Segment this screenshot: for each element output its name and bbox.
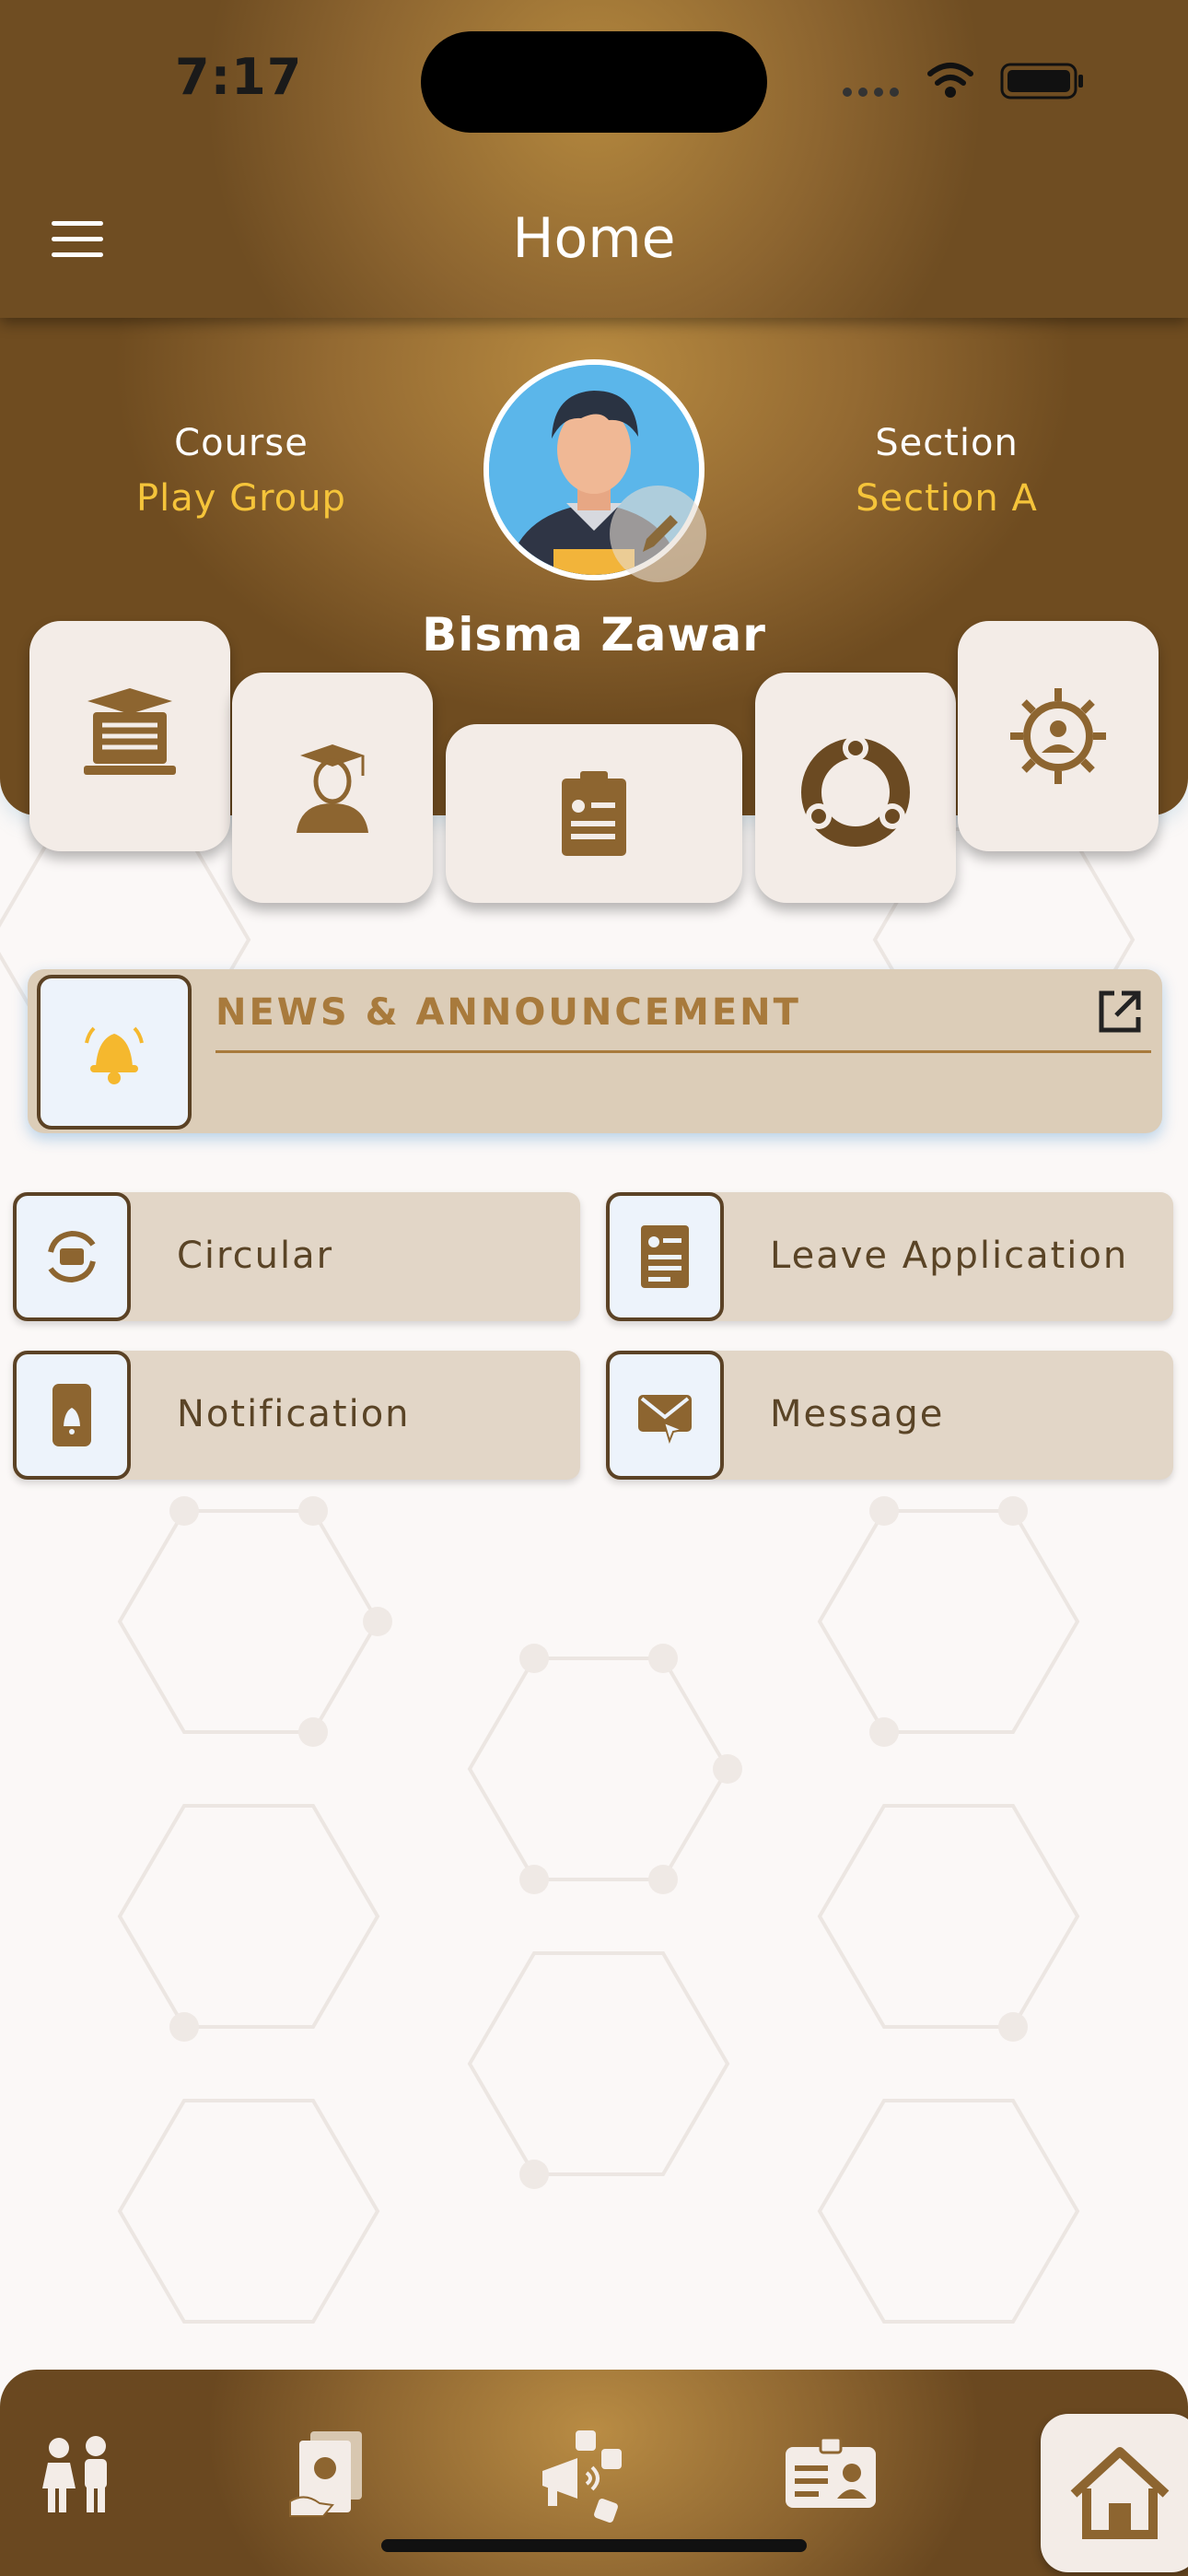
notification-label: Notification <box>177 1393 411 1435</box>
section-label: Section <box>875 422 1019 464</box>
report-card-icon <box>562 771 626 856</box>
circular-card[interactable]: Circular <box>13 1192 580 1321</box>
quick-tile-settings[interactable] <box>958 621 1159 851</box>
wifi-icon <box>927 63 973 86</box>
wifi-dot-icon <box>945 87 956 98</box>
quick-tile-report-card[interactable] <box>446 724 742 903</box>
news-icon-box <box>37 975 192 1130</box>
social-megaphone-icon <box>542 2430 622 2523</box>
circular-label: Circular <box>177 1235 334 1277</box>
family-icon <box>42 2436 107 2512</box>
nav-fee-documents[interactable] <box>273 2405 383 2543</box>
edit-avatar-button[interactable] <box>610 486 706 582</box>
nav-id-card[interactable] <box>775 2405 886 2543</box>
quick-tile-classroom[interactable] <box>29 621 230 851</box>
status-icons <box>843 63 1083 100</box>
notification-card[interactable]: Notification <box>13 1351 580 1480</box>
news-divider <box>215 1050 1151 1053</box>
id-card-icon <box>786 2436 876 2508</box>
settings-gear-icon <box>1010 688 1106 784</box>
fee-documents-icon <box>289 2431 362 2517</box>
message-card[interactable]: Message <box>606 1351 1173 1480</box>
pencil-icon <box>643 515 678 552</box>
nav-home[interactable] <box>1041 2414 1188 2572</box>
quick-tile-community[interactable] <box>755 673 956 903</box>
quick-tile-graduate[interactable] <box>232 673 433 903</box>
dynamic-island <box>421 31 767 133</box>
section-info: Section Section A <box>763 422 1131 520</box>
bell-icon <box>85 1026 144 1084</box>
notification-icon-box <box>13 1351 131 1480</box>
nav-social[interactable] <box>525 2405 635 2543</box>
notification-phone-icon <box>52 1384 91 1446</box>
leave-application-icon <box>641 1225 689 1288</box>
battery-icon <box>1000 63 1083 100</box>
classroom-board-icon <box>84 688 176 775</box>
news-title: NEWS & ANNOUNCEMENT <box>215 991 801 1034</box>
status-time: 7:17 <box>175 48 303 106</box>
leave-application-label: Leave Application <box>770 1235 1129 1277</box>
message-envelope-icon <box>638 1395 692 1445</box>
message-label: Message <box>770 1393 945 1435</box>
home-icon <box>1070 2447 1170 2539</box>
course-value: Play Group <box>136 477 346 520</box>
course-label: Course <box>174 422 309 464</box>
leave-application-icon-box <box>606 1192 724 1321</box>
leave-application-card[interactable]: Leave Application <box>606 1192 1173 1321</box>
page-title: Home <box>512 206 676 271</box>
nav-family[interactable] <box>22 2405 133 2543</box>
cellular-signal-icon <box>843 88 899 97</box>
status-bar: 7:17 <box>0 0 1188 161</box>
message-icon-box <box>606 1351 724 1480</box>
community-icon <box>801 735 910 847</box>
circular-icon-box <box>13 1192 131 1321</box>
course-info: Course Play Group <box>57 422 425 520</box>
home-indicator <box>381 2539 807 2552</box>
circular-icon <box>48 1230 96 1283</box>
graduate-icon <box>297 744 368 833</box>
external-link-icon[interactable] <box>1094 988 1144 1037</box>
section-value: Section A <box>856 477 1038 520</box>
